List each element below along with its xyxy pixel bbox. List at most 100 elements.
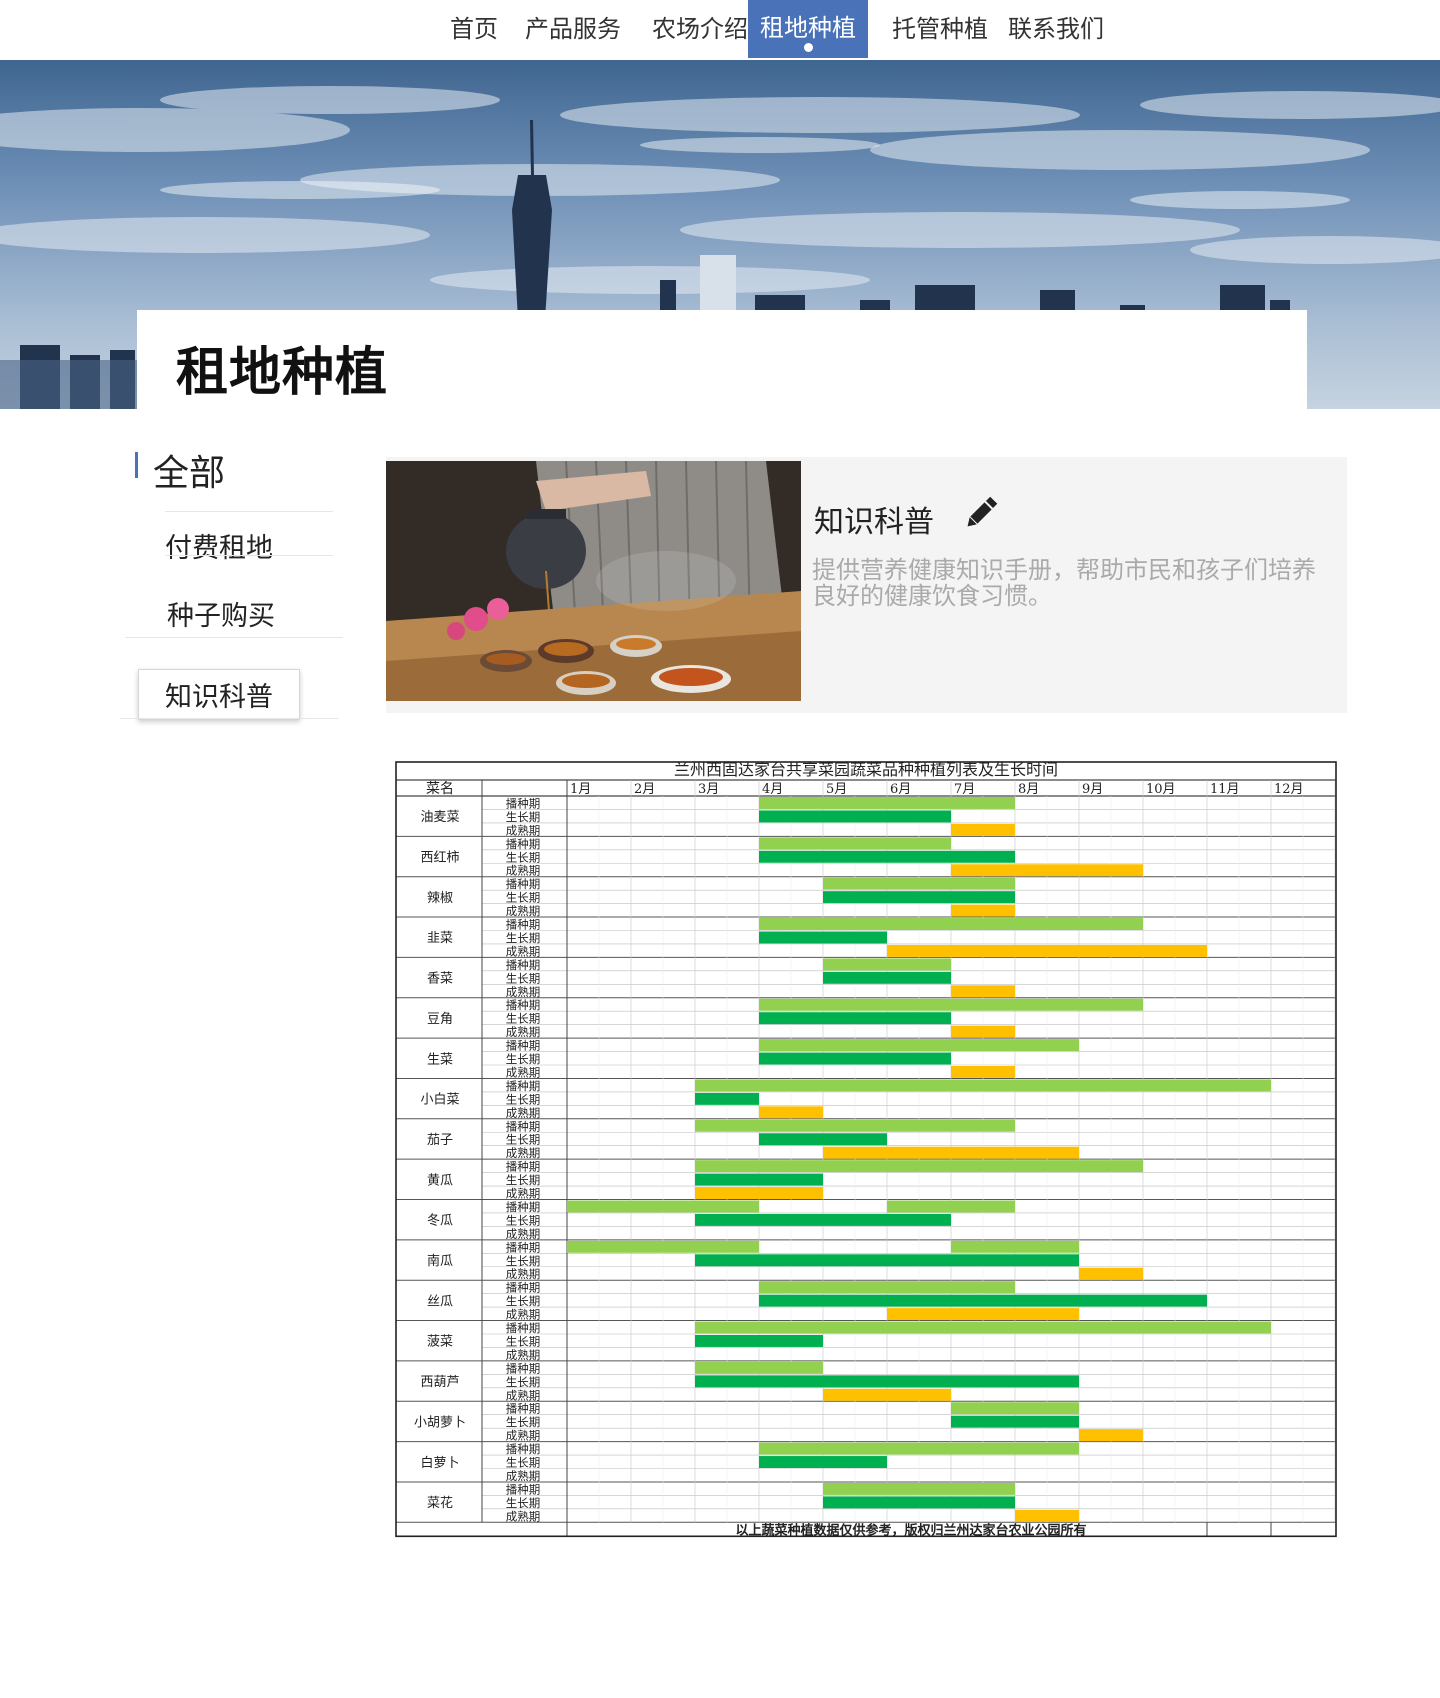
month-tick-label: 2月 — [634, 782, 655, 797]
phase-bar — [759, 1052, 951, 1065]
phase-label: 生长期 — [506, 1173, 541, 1187]
phase-label: 生长期 — [506, 1213, 541, 1227]
phase-bar — [759, 1294, 1207, 1307]
phase-label: 成熟期 — [506, 1025, 541, 1039]
vegetable-name-label: 辣椒 — [427, 891, 453, 906]
phase-label: 成熟期 — [506, 1469, 541, 1483]
phase-label: 生长期 — [506, 1334, 541, 1348]
phase-label: 播种期 — [506, 1442, 541, 1456]
phase-label: 播种期 — [506, 958, 541, 972]
phase-label: 生长期 — [506, 1456, 541, 1470]
month-tick-label: 12月 — [1274, 782, 1304, 797]
sidebar-item-paid-land[interactable]: 付费租地 — [165, 526, 273, 565]
planting-schedule-svg: 兰州西固达家台共享菜园蔬菜品种种植列表及生长时间菜名 1月 2月 3月 4月 5月 6月 7月… — [394, 760, 1340, 1538]
vegetable-name-label: 香菜 — [427, 972, 453, 987]
phase-label: 生长期 — [506, 1254, 541, 1268]
vegetable-name-label: 茄子 — [427, 1133, 453, 1148]
phase-bar — [695, 1160, 1143, 1173]
phase-label: 成熟期 — [506, 1187, 541, 1201]
phase-label: 成熟期 — [506, 1106, 541, 1120]
phase-label: 播种期 — [506, 877, 541, 891]
phase-label: 成熟期 — [506, 1065, 541, 1079]
phase-bar — [695, 1213, 951, 1226]
phase-bar — [759, 810, 951, 823]
phase-bar — [887, 944, 1207, 957]
pencil-icon[interactable] — [961, 493, 1001, 533]
phase-label: 生长期 — [506, 1415, 541, 1429]
phase-label: 播种期 — [506, 1361, 541, 1375]
phase-bar — [759, 1456, 887, 1468]
phase-label: 生长期 — [506, 1375, 541, 1389]
phase-bar — [695, 1173, 823, 1186]
nav-item-products[interactable]: 产品服务 — [525, 0, 621, 58]
phase-bar — [887, 1200, 1015, 1213]
vegetable-name-label: 西红柿 — [420, 850, 459, 866]
phase-bar — [759, 1133, 887, 1146]
vegetable-name-label: 菠菜 — [427, 1335, 453, 1350]
phase-bar — [759, 918, 1143, 930]
phase-label: 播种期 — [506, 998, 541, 1012]
phase-label: 生长期 — [506, 810, 541, 824]
phase-bar — [759, 797, 1015, 809]
phase-label: 成熟期 — [506, 1146, 541, 1160]
phase-bar — [695, 1321, 1271, 1334]
sidebar-item-knowledge[interactable]: 知识科普 — [138, 669, 300, 720]
phase-label: 播种期 — [506, 1160, 541, 1174]
nav-item-land-rental[interactable]: 租地种植 — [748, 0, 868, 58]
phase-bar — [759, 850, 1015, 863]
article-title[interactable]: 知识科普 — [814, 497, 934, 541]
phase-bar — [951, 904, 1015, 917]
month-tick-label: 10月 — [1146, 782, 1176, 797]
phase-label: 成熟期 — [506, 985, 541, 999]
phase-label: 生长期 — [506, 1133, 541, 1147]
vegetable-name-label: 西葫芦 — [420, 1375, 459, 1390]
month-tick-label: 4月 — [762, 782, 783, 797]
phase-bar — [823, 1482, 1015, 1495]
phase-label: 播种期 — [506, 1039, 541, 1053]
sidebar-divider — [120, 718, 338, 719]
article-card[interactable]: 知识科普 提供营养健康知识手册，帮助市民和孩子们培养良好的健康饮食习惯。 — [386, 457, 1347, 713]
nav-item-home[interactable]: 首页 — [450, 0, 498, 58]
sidebar-item-seed-purchase[interactable]: 种子购买 — [167, 594, 275, 633]
nav-item-land-rental-label: 租地种植 — [760, 14, 856, 42]
planting-schedule-chart: 兰州西固达家台共享菜园蔬菜品种种植列表及生长时间 菜名 1月 2月 3月 4月 5月 6月 7月… — [394, 760, 1340, 1538]
phase-bar — [823, 971, 951, 984]
phase-label: 生长期 — [506, 1092, 541, 1106]
phase-label: 播种期 — [506, 1119, 541, 1133]
phase-bar — [695, 1361, 823, 1374]
phase-bar — [951, 985, 1015, 998]
phase-label: 播种期 — [506, 1482, 541, 1496]
phase-label: 成熟期 — [506, 1267, 541, 1281]
month-tick-label: 6月 — [890, 782, 911, 797]
phase-bar — [567, 1240, 759, 1253]
phase-bar — [951, 864, 1143, 877]
phase-label: 播种期 — [506, 1281, 541, 1295]
phase-bar — [695, 1187, 823, 1199]
phase-bar — [567, 1200, 759, 1213]
nav-item-managed-planting[interactable]: 托管种植 — [892, 0, 988, 58]
phase-bar — [823, 958, 951, 971]
month-tick-label: 11月 — [1210, 782, 1240, 797]
phase-label: 生长期 — [506, 891, 541, 905]
vegetable-name-label: 油麦菜 — [420, 810, 459, 825]
article-description: 提供营养健康知识手册，帮助市民和孩子们培养良好的健康饮食习惯。 — [812, 556, 1316, 610]
phase-bar — [951, 1066, 1015, 1078]
phase-bar — [759, 837, 951, 850]
phase-bar — [759, 998, 1143, 1011]
phase-label: 成熟期 — [506, 823, 541, 837]
nav-item-contact[interactable]: 联系我们 — [1008, 0, 1104, 58]
vegetable-name-label: 生菜 — [427, 1052, 453, 1067]
phase-bar — [759, 1039, 1079, 1052]
phase-bar — [759, 931, 887, 944]
nav-item-farm-intro[interactable]: 农场介绍 — [652, 0, 748, 58]
tea-pouring-photo — [386, 461, 801, 701]
phase-bar — [823, 1496, 1015, 1509]
phase-bar — [823, 877, 1015, 890]
month-tick-label: 8月 — [1018, 782, 1039, 797]
phase-bar — [823, 1146, 1079, 1159]
sidebar-all-category[interactable]: 全部 — [153, 444, 225, 496]
sidebar-divider — [165, 511, 333, 512]
article-thumbnail[interactable] — [386, 461, 801, 701]
vegetable-name-label: 冬瓜 — [427, 1213, 453, 1229]
phase-label: 成熟期 — [506, 864, 541, 878]
